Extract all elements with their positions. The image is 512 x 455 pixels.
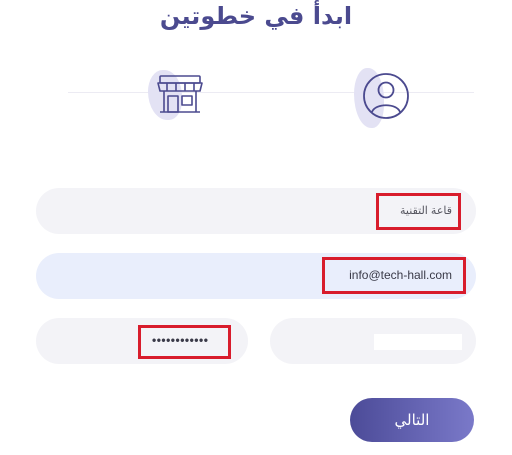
step-store bbox=[148, 66, 208, 126]
store-icon bbox=[157, 75, 203, 113]
stepper-line bbox=[68, 92, 474, 93]
confirm-password-field[interactable] bbox=[270, 318, 476, 364]
page-title: ابدأ في خطوتين bbox=[159, 2, 353, 30]
highlight-company-name bbox=[376, 193, 461, 230]
next-button[interactable]: التالي bbox=[350, 398, 474, 442]
field-inner-patch bbox=[374, 334, 462, 350]
step-user bbox=[352, 66, 412, 128]
highlight-email bbox=[322, 257, 466, 294]
user-icon bbox=[363, 73, 409, 119]
highlight-password bbox=[138, 325, 231, 359]
